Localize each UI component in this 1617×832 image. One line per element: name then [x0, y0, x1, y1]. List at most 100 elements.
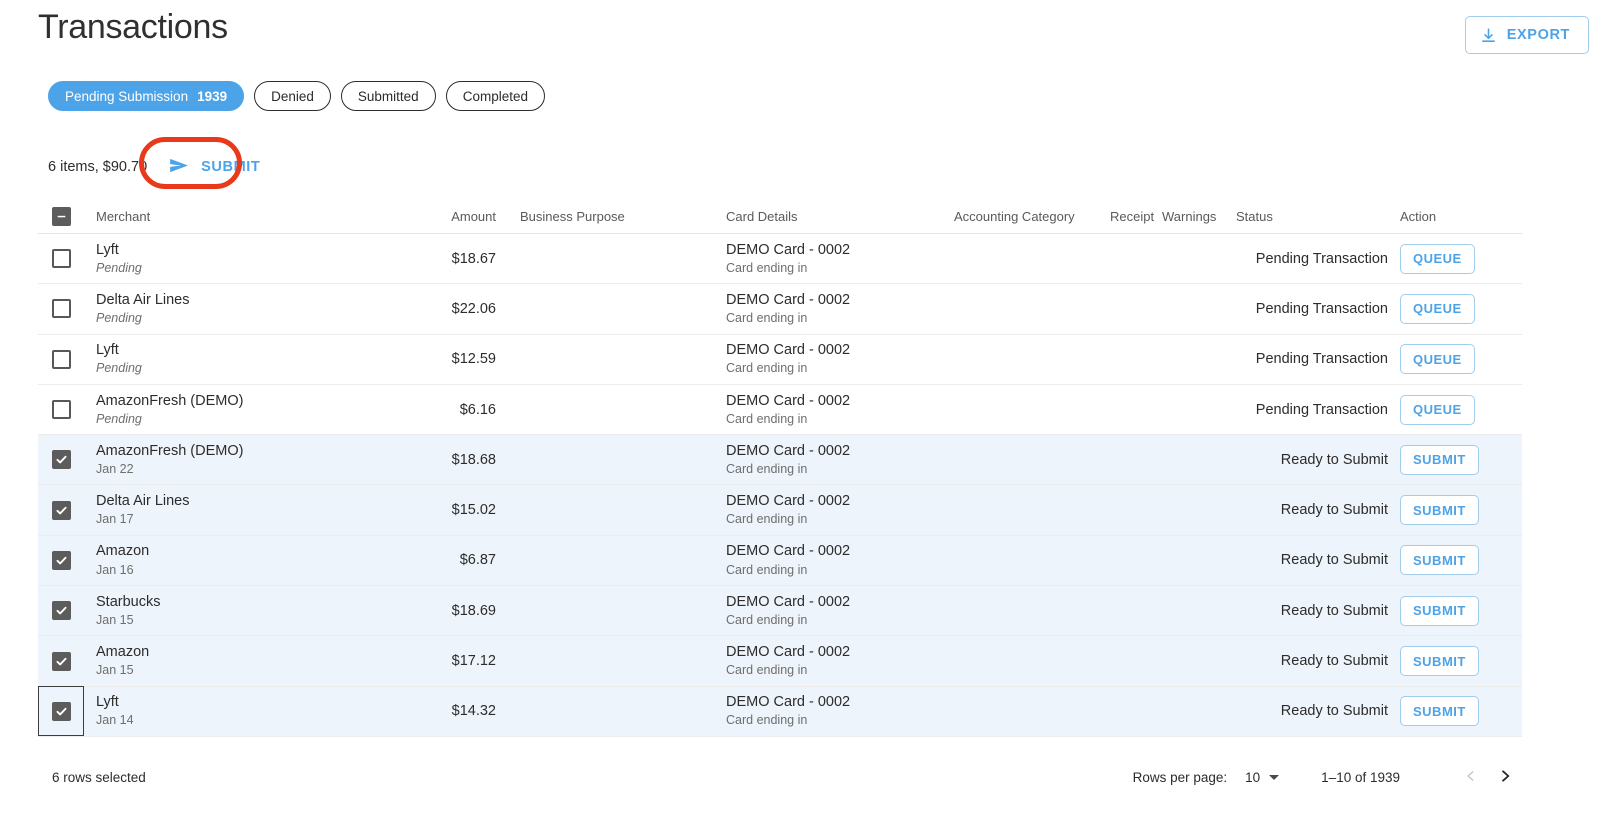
bulk-submit-label: SUBMIT	[201, 159, 261, 175]
filter-pill-label: Completed	[462, 88, 528, 104]
next-page-button[interactable]	[1488, 760, 1522, 794]
cell-merchant: Lyft Jan 14	[84, 693, 404, 729]
row-action-button[interactable]: SUBMIT	[1400, 595, 1479, 626]
amount-value: $18.68	[451, 451, 496, 468]
table-row[interactable]: Lyft Pending $18.67 DEMO Card - 0002 Card en…	[38, 234, 1522, 285]
row-action-button[interactable]: QUEUE	[1400, 293, 1475, 324]
row-checkbox[interactable]	[51, 349, 71, 369]
filter-pill-completed[interactable]: Completed	[445, 81, 545, 111]
column-header-amount[interactable]: Amount	[404, 209, 496, 224]
cell-amount: $14.32	[404, 702, 496, 720]
row-checkbox[interactable]	[51, 500, 71, 520]
row-action-button[interactable]: QUEUE	[1400, 344, 1475, 375]
table-row[interactable]: Delta Air Lines Jan 17 $15.02 DEMO Card - 0…	[38, 485, 1522, 536]
table-row[interactable]: Amazon Jan 15 $17.12 DEMO Card - 0002 Card e…	[38, 636, 1522, 687]
row-checkbox[interactable]	[51, 249, 71, 269]
select-all-cell[interactable]	[38, 207, 84, 226]
merchant-subtext: Jan 15	[96, 612, 134, 627]
export-button[interactable]: EXPORT	[1464, 16, 1589, 54]
row-checkbox[interactable]	[51, 651, 71, 671]
row-select-cell[interactable]	[38, 299, 84, 319]
merchant-name: Starbucks	[96, 593, 161, 610]
filter-pill-denied[interactable]: Denied	[254, 81, 331, 111]
card-name: DEMO Card - 0002	[726, 342, 851, 359]
row-select-cell[interactable]	[38, 400, 84, 420]
cell-amount: $15.02	[404, 501, 496, 519]
transactions-page: Transactions EXPORT Pending Submission 1…	[0, 0, 1617, 832]
cell-action: QUEUE	[1392, 394, 1522, 425]
row-checkbox[interactable]	[51, 550, 71, 570]
cell-action: QUEUE	[1392, 344, 1522, 375]
row-action-button[interactable]: SUBMIT	[1400, 696, 1479, 727]
row-select-cell-focused[interactable]	[38, 686, 84, 737]
column-header-receipt[interactable]: Receipt	[1108, 209, 1160, 224]
cell-merchant: Delta Air Lines Pending	[84, 291, 404, 327]
cell-card-details: DEMO Card - 0002 Card ending in	[718, 693, 946, 729]
rows-per-page-select[interactable]: 10	[1245, 770, 1280, 785]
select-all-checkbox[interactable]	[51, 207, 71, 226]
row-checkbox[interactable]	[51, 701, 71, 721]
row-checkbox[interactable]	[51, 601, 71, 621]
table-row[interactable]: Lyft Jan 14 $14.32 DEMO Card - 0002 Card end…	[38, 686, 1522, 737]
previous-page-button[interactable]	[1454, 760, 1488, 794]
cell-amount: $6.87	[404, 551, 496, 569]
status-label: Ready to Submit	[1280, 502, 1388, 519]
cell-status: Ready to Submit	[1234, 452, 1392, 468]
bulk-submit-wrapper: SUBMIT	[139, 137, 274, 189]
row-select-cell[interactable]	[38, 450, 84, 470]
cell-card-details: DEMO Card - 0002 Card ending in	[718, 291, 946, 327]
row-checkbox[interactable]	[51, 299, 71, 319]
merchant-name: AmazonFresh (DEMO)	[96, 442, 244, 459]
row-select-cell[interactable]	[38, 601, 84, 621]
download-icon	[1480, 27, 1497, 44]
row-action-button[interactable]: QUEUE	[1400, 243, 1475, 274]
merchant-subtext: Jan 22	[96, 461, 134, 476]
row-action-button[interactable]: SUBMIT	[1400, 444, 1479, 475]
amount-value: $17.12	[451, 653, 496, 670]
merchant-name: Lyft	[96, 241, 119, 258]
cell-status: Pending Transaction	[1234, 402, 1392, 418]
amount-value: $15.02	[451, 502, 496, 519]
bulk-submit-button[interactable]: SUBMIT	[155, 151, 274, 183]
table-row[interactable]: Lyft Pending $12.59 DEMO Card - 0002 Card en…	[38, 334, 1522, 385]
table-row[interactable]: Starbucks Jan 15 $18.69 DEMO Card - 0002 Car…	[38, 586, 1522, 637]
column-header-business-purpose[interactable]: Business Purpose	[496, 209, 718, 224]
row-action-button[interactable]: SUBMIT	[1400, 545, 1479, 576]
bulk-action-bar: 6 items, $90.70 SUBMIT	[48, 137, 274, 189]
column-header-card-details[interactable]: Card Details	[718, 209, 946, 224]
amount-value: $14.32	[451, 703, 496, 720]
card-subtext: Card ending in	[726, 461, 808, 476]
table-row[interactable]: AmazonFresh (DEMO) Pending $6.16 DEMO Card …	[38, 384, 1522, 436]
table-row[interactable]: Delta Air Lines Pending $22.06 DEMO Card - …	[38, 284, 1522, 335]
cell-card-details: DEMO Card - 0002 Card ending in	[718, 392, 946, 428]
merchant-subtext: Pending	[96, 260, 142, 275]
row-action-button[interactable]: SUBMIT	[1400, 646, 1479, 677]
table-row[interactable]: Amazon Jan 16 $6.87 DEMO Card - 0002 Card en…	[38, 535, 1522, 587]
row-select-cell[interactable]	[38, 550, 84, 570]
row-select-cell[interactable]	[38, 249, 84, 269]
row-select-cell[interactable]	[38, 651, 84, 671]
filter-pill-submitted[interactable]: Submitted	[340, 81, 436, 111]
filter-pill-pending-submission[interactable]: Pending Submission 1939	[48, 81, 245, 111]
column-header-action[interactable]: Action	[1392, 209, 1522, 224]
column-header-status[interactable]: Status	[1234, 209, 1392, 224]
card-name: DEMO Card - 0002	[726, 644, 851, 661]
row-select-cell[interactable]	[38, 349, 84, 369]
row-action-button[interactable]: QUEUE	[1400, 394, 1475, 425]
amount-value: $6.87	[459, 552, 496, 569]
card-subtext: Card ending in	[726, 411, 808, 426]
row-action-button[interactable]: SUBMIT	[1400, 495, 1479, 526]
column-header-accounting-category[interactable]: Accounting Category	[946, 209, 1108, 224]
cell-amount: $18.68	[404, 451, 496, 469]
status-label: Ready to Submit	[1280, 602, 1388, 619]
row-select-cell[interactable]	[38, 500, 84, 520]
column-header-merchant[interactable]: Merchant	[84, 209, 404, 224]
card-name: DEMO Card - 0002	[726, 493, 851, 510]
cell-card-details: DEMO Card - 0002 Card ending in	[718, 241, 946, 277]
row-checkbox[interactable]	[51, 450, 71, 470]
table-row[interactable]: AmazonFresh (DEMO) Jan 22 $18.68 DEMO Card …	[38, 435, 1522, 486]
column-header-warnings[interactable]: Warnings	[1160, 209, 1234, 224]
card-subtext: Card ending in	[726, 612, 808, 627]
row-checkbox[interactable]	[51, 400, 71, 420]
rows-per-page-label: Rows per page:	[1132, 769, 1228, 785]
